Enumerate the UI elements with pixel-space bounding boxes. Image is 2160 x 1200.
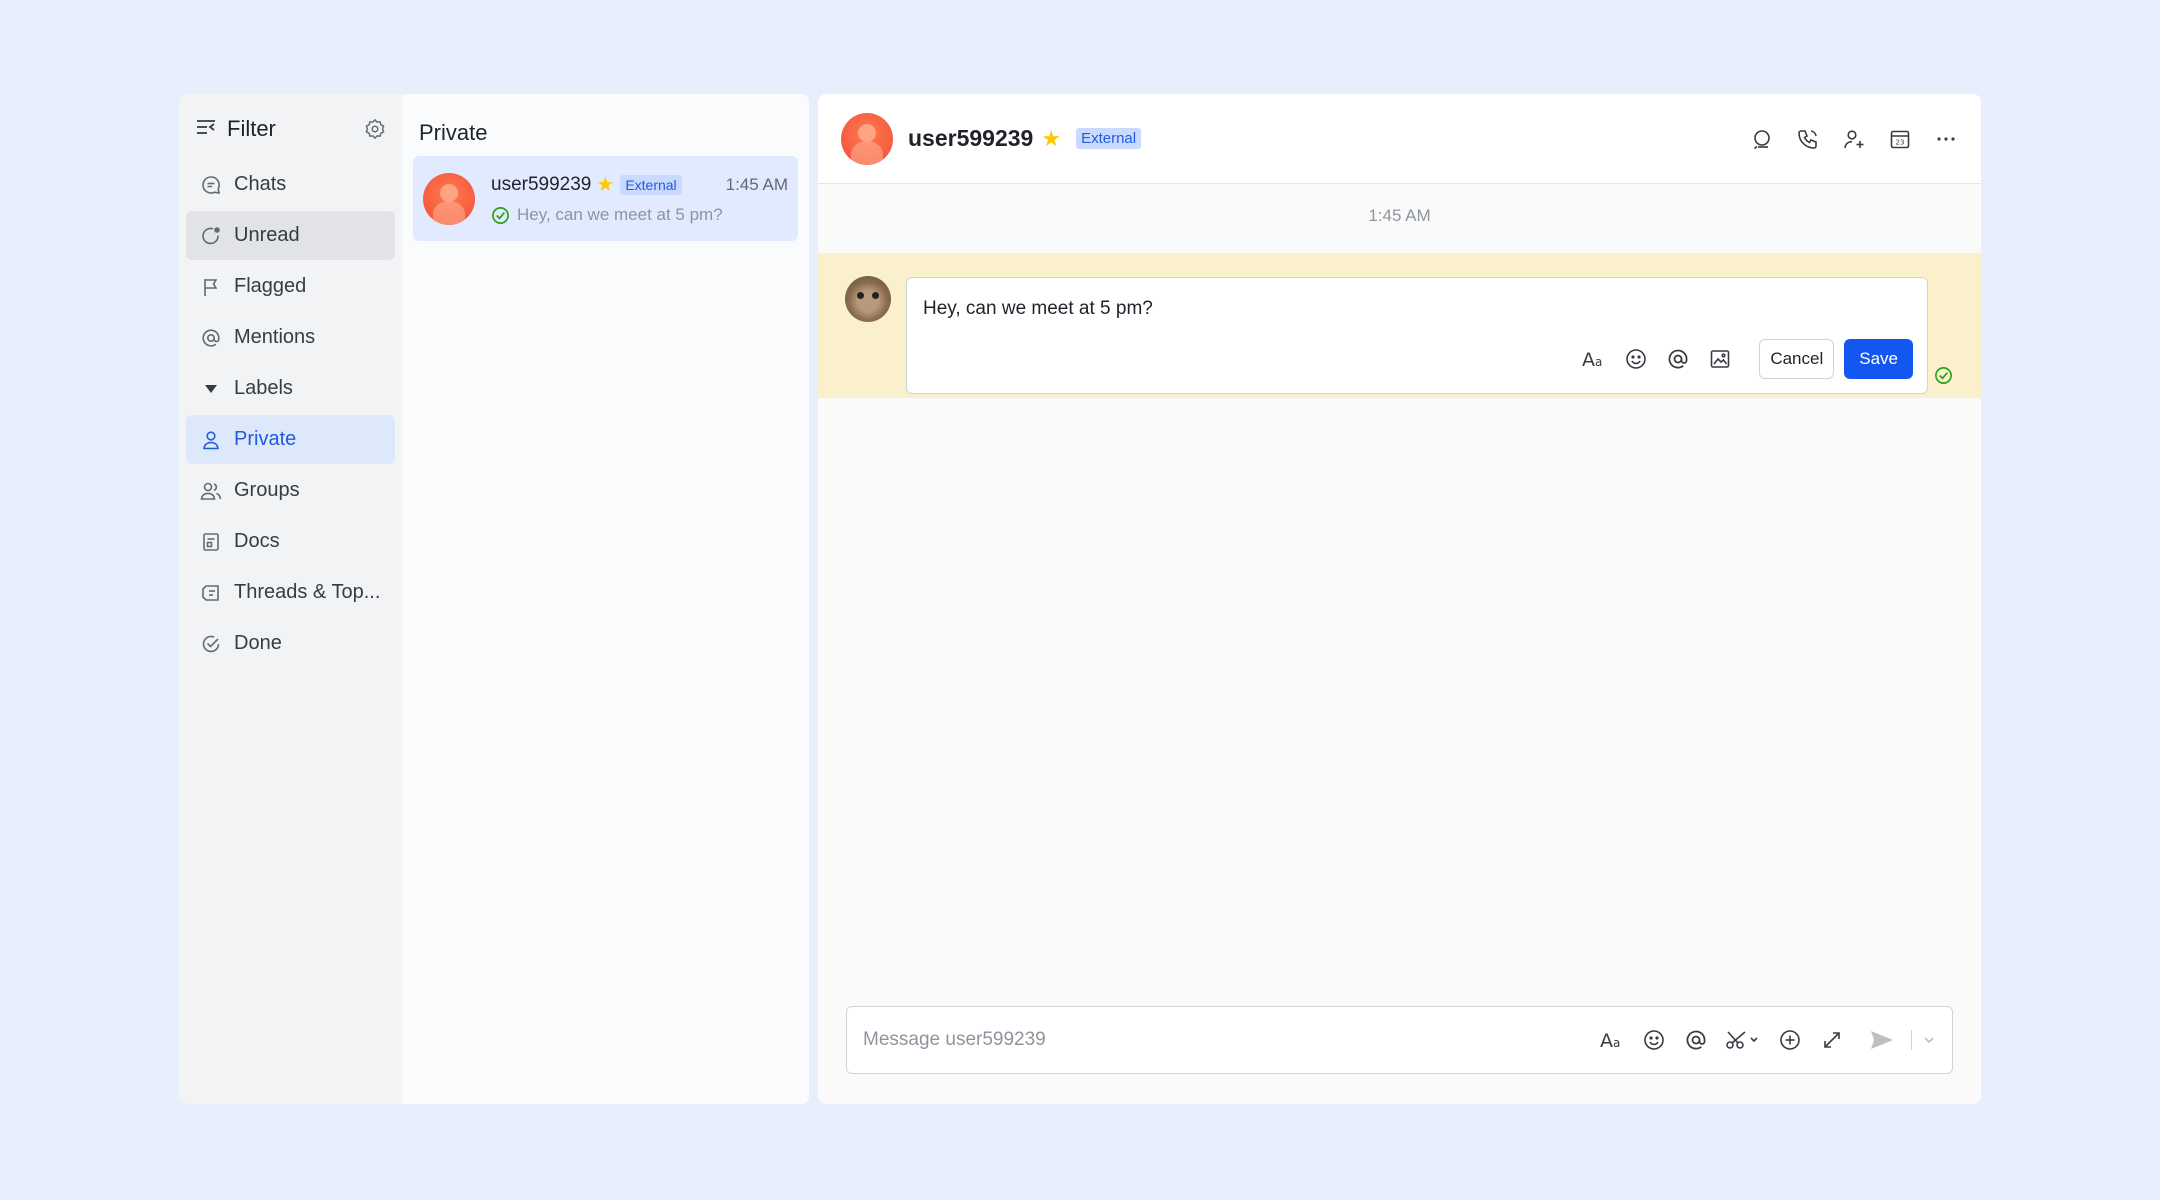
sidebar-item-chats[interactable]: Chats (186, 160, 395, 209)
edit-message-text[interactable]: Hey, can we meet at 5 pm? (923, 298, 1153, 320)
app-window: Filter Chats Unread Flagged Mentions Lab… (179, 94, 1981, 1104)
thread-icon (200, 582, 222, 604)
image-icon[interactable] (1707, 346, 1733, 372)
doc-icon (200, 531, 222, 553)
add-plus-icon[interactable] (1777, 1027, 1803, 1053)
filter-sidebar: Filter Chats Unread Flagged Mentions Lab… (179, 94, 402, 1104)
search-chat-icon[interactable] (1750, 127, 1774, 151)
group-icon (200, 480, 222, 502)
svg-text:A: A (1582, 349, 1595, 370)
chat-list-title: Private (419, 120, 488, 145)
cancel-button[interactable]: Cancel (1759, 339, 1835, 379)
sidebar-item-flagged[interactable]: Flagged (186, 262, 395, 311)
message-composer[interactable]: Message user599239 Aa (846, 1006, 1953, 1074)
sidebar-item-label: Mentions (234, 326, 316, 348)
emoji-icon[interactable] (1641, 1027, 1667, 1053)
sidebar-item-docs[interactable]: Docs (186, 517, 395, 566)
svg-text:23: 23 (1896, 138, 1905, 146)
sidebar-item-label: Flagged (234, 275, 307, 297)
sidebar-item-done[interactable]: Done (186, 619, 395, 668)
external-badge: External (620, 174, 682, 195)
avatar[interactable] (845, 276, 891, 322)
read-status-icon (1934, 366, 1953, 390)
chat-time: 1:45 AM (725, 174, 788, 194)
star-icon: ★ (596, 174, 615, 196)
emoji-icon[interactable] (1623, 346, 1649, 372)
sidebar-item-label: Private (234, 428, 297, 450)
message-input[interactable]: Message user599239 (863, 1029, 1599, 1051)
svg-text:a: a (1613, 1036, 1620, 1050)
sidebar-item-labels[interactable]: Labels (186, 364, 395, 413)
phone-call-icon[interactable] (1796, 127, 1820, 151)
svg-text:a: a (1595, 355, 1602, 369)
sidebar-item-groups[interactable]: Groups (186, 466, 395, 515)
chat-name: user599239 (491, 173, 592, 195)
sidebar-item-label: Unread (234, 224, 300, 246)
person-icon (200, 429, 222, 451)
conversation-title[interactable]: user599239 (908, 125, 1033, 152)
message-row-editing: Hey, can we meet at 5 pm? Aa Cancel Save (818, 253, 1981, 398)
divider (1911, 1030, 1912, 1050)
expand-icon[interactable] (1819, 1027, 1845, 1053)
chat-preview: Hey, can we meet at 5 pm? (517, 205, 723, 224)
chat-bubble-icon (200, 174, 222, 196)
filter-header: Filter (186, 106, 395, 152)
more-options-icon[interactable] (1934, 127, 1958, 151)
sidebar-item-label: Docs (234, 530, 280, 552)
save-button[interactable]: Save (1844, 339, 1913, 379)
avatar (423, 172, 475, 225)
unread-icon (200, 225, 222, 247)
sidebar-item-threads[interactable]: Threads & Top... (186, 568, 395, 617)
chat-list-item[interactable]: user599239 ★ External 1:45 AM Hey, can w… (413, 156, 798, 241)
screenshot-scissors-icon[interactable] (1725, 1027, 1761, 1053)
caret-down-icon (200, 378, 222, 400)
external-badge: External (1076, 128, 1142, 149)
read-check-icon (491, 206, 510, 225)
check-circle-icon (200, 633, 222, 655)
flag-icon (200, 276, 222, 298)
text-format-icon[interactable]: Aa (1581, 346, 1607, 372)
sidebar-item-mentions[interactable]: Mentions (186, 313, 395, 362)
mention-icon[interactable] (1683, 1027, 1709, 1053)
settings-gear-icon[interactable] (364, 118, 386, 140)
send-options-chevron-icon[interactable] (1922, 1027, 1936, 1053)
sidebar-item-label: Labels (234, 377, 293, 399)
sidebar-item-label: Groups (234, 479, 300, 501)
filter-title: Filter (227, 116, 276, 141)
sidebar-item-unread[interactable]: Unread (186, 211, 395, 260)
star-icon: ★ (1041, 125, 1062, 151)
send-icon[interactable] (1869, 1027, 1895, 1053)
text-format-icon[interactable]: Aa (1599, 1027, 1625, 1053)
sidebar-item-private[interactable]: Private (186, 415, 395, 464)
message-edit-box[interactable]: Hey, can we meet at 5 pm? Aa Cancel Save (906, 277, 1928, 394)
sidebar-item-label: Threads & Top... (234, 581, 381, 603)
time-separator: 1:45 AM (1368, 206, 1431, 225)
svg-text:A: A (1600, 1030, 1613, 1051)
mention-icon[interactable] (1665, 346, 1691, 372)
sidebar-item-label: Chats (234, 173, 287, 195)
calendar-icon[interactable]: 23 (1888, 127, 1912, 151)
avatar[interactable] (841, 112, 893, 165)
add-member-icon[interactable] (1842, 127, 1866, 151)
conversation-header: user599239 ★ External 23 (818, 94, 1981, 184)
at-icon (200, 327, 222, 349)
sidebar-item-label: Done (234, 632, 282, 654)
filter-menu-icon[interactable] (195, 116, 217, 143)
chat-list-panel: Private user599239 ★ External 1:45 AM He… (402, 94, 809, 1104)
conversation-panel: user599239 ★ External 23 1:45 AM Hey, ca… (818, 94, 1981, 1104)
